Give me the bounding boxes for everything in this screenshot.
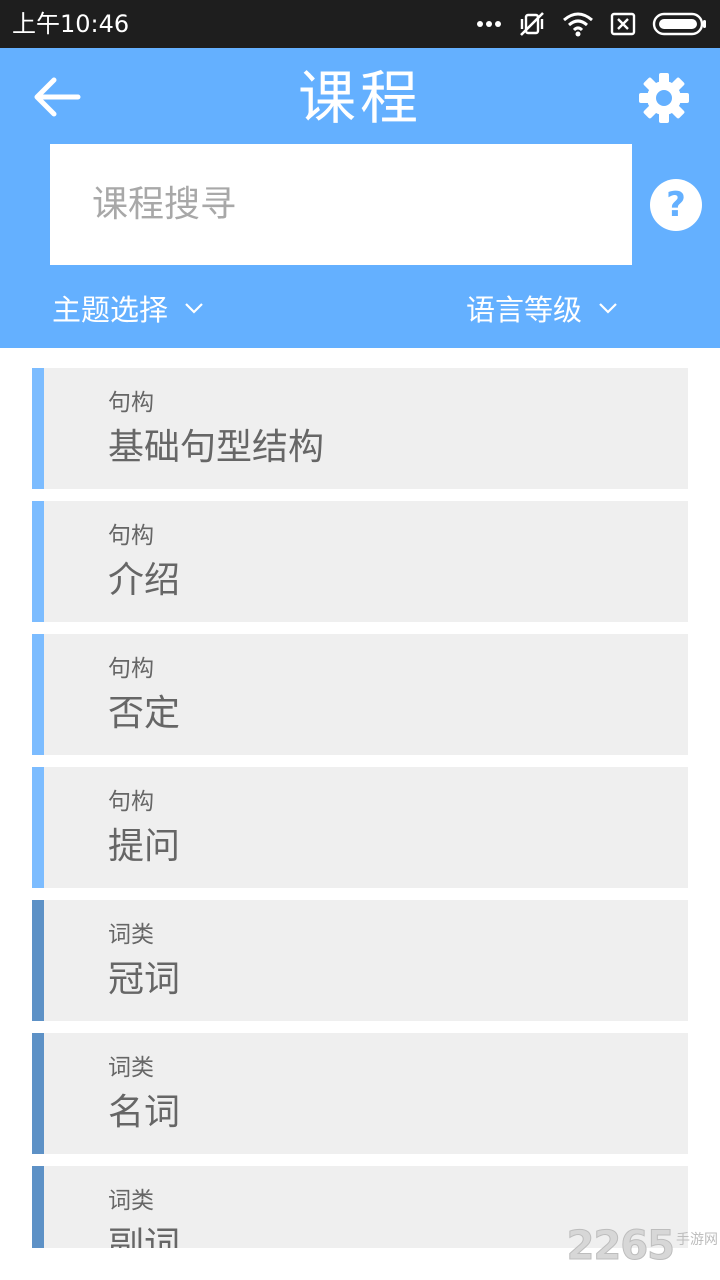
status-bar: 上午10:46 [0,0,720,48]
status-time: 上午10:46 [12,10,130,38]
wifi-icon [563,12,593,37]
category-accent-bar [32,634,44,755]
category-accent-bar [32,1033,44,1154]
category-accent-bar [32,501,44,622]
course-item[interactable]: 句构 提问 [32,767,688,888]
settings-button[interactable] [636,70,692,126]
course-item[interactable]: 词类 冠词 [32,900,688,1021]
course-title: 提问 [108,826,181,867]
chevron-down-icon [599,303,617,314]
category-accent-bar [32,1166,44,1248]
course-item[interactable]: 句构 介绍 [32,501,688,622]
gear-icon [639,73,689,123]
course-category: 句构 [108,656,154,682]
language-level-dropdown[interactable]: 语言等级 [466,288,618,328]
watermark-text: 手游网 [676,1232,718,1248]
more-dots-icon [477,21,501,27]
course-category: 句构 [108,789,154,815]
course-item[interactable]: 句构 基础句型结构 [32,368,688,489]
page-title: 课程 [297,64,422,132]
course-category: 词类 [108,1188,154,1214]
status-icons [476,10,708,38]
watermark-logo: 2265 手游网 [566,1222,718,1270]
course-category: 句构 [108,390,154,416]
topic-filter-dropdown[interactable]: 主题选择 [52,288,204,328]
help-button[interactable]: ? [650,179,702,231]
course-category: 词类 [108,1055,154,1081]
course-item[interactable]: 词类 名词 [32,1033,688,1154]
course-category: 句构 [108,523,154,549]
category-accent-bar [32,900,44,1021]
course-title: 冠词 [108,959,181,1000]
course-title: 否定 [108,693,181,734]
category-accent-bar [32,767,44,888]
battery-icon [652,12,706,36]
course-title: 名词 [108,1092,181,1133]
course-category: 词类 [108,922,154,948]
category-accent-bar [32,368,44,489]
sim-x-icon [610,12,636,36]
course-item[interactable]: 句构 否定 [32,634,688,755]
course-title: 副词 [108,1225,181,1248]
header: 课程 ? 主题选择 语言等级 [0,48,720,348]
course-list: 句构 基础句型结构 句构 介绍 句构 否定 句构 提问 词类 冠词 词类 名词 … [32,368,688,1260]
language-level-label: 语言等级 [466,293,583,327]
watermark-number: 2265 [566,1223,675,1270]
chevron-down-icon [185,303,203,314]
course-search-input[interactable] [50,144,632,265]
course-title: 基础句型结构 [108,427,325,468]
topic-filter-label: 主题选择 [52,293,169,327]
course-title: 介绍 [108,560,181,601]
mute-vibrate-icon [520,12,544,36]
